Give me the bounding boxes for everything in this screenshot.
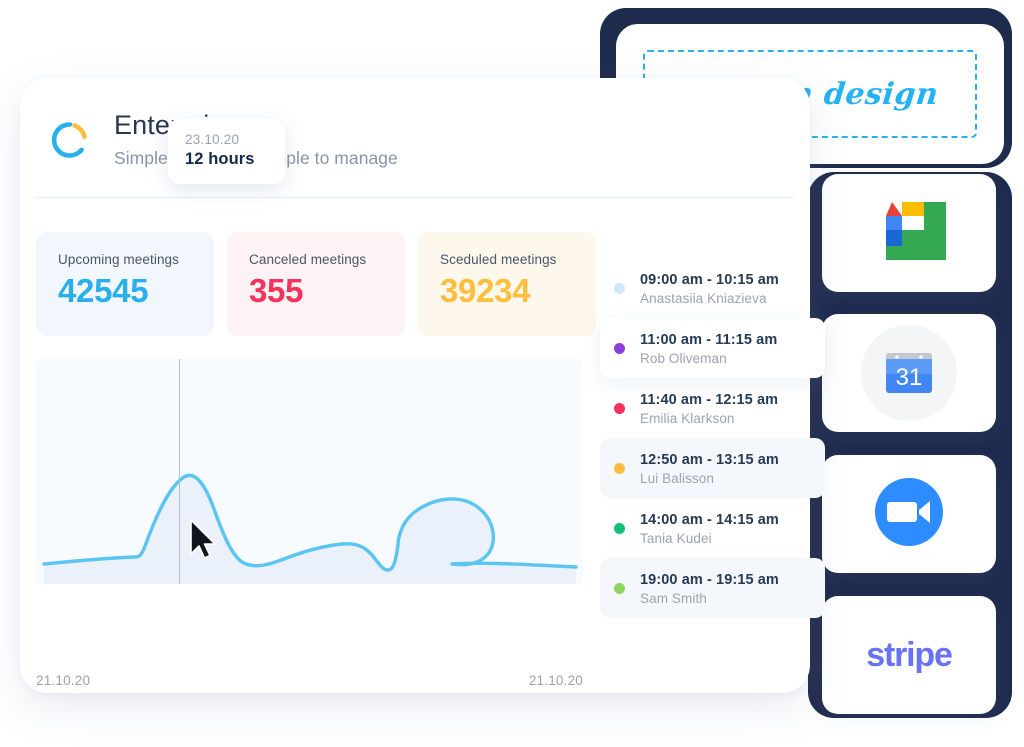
stat-value: 355: [249, 272, 304, 309]
meetings-area-chart[interactable]: [36, 359, 583, 584]
meeting-time: 09:00 am - 10:15 am: [640, 271, 779, 288]
chart-axis-labels: 21.10.20 21.10.20: [36, 673, 583, 688]
stat-value: 39234: [440, 272, 531, 309]
mouse-pointer-icon: [189, 518, 223, 567]
stat-label: Upcoming meetings: [58, 252, 180, 267]
meeting-time: 11:00 am - 11:15 am: [640, 331, 778, 348]
google-meet-logo-icon: [870, 200, 948, 267]
status-dot-icon: [614, 582, 625, 594]
stat-value: 42545: [58, 272, 149, 309]
svg-text:31: 31: [896, 364, 923, 391]
stats-row: Upcoming meetings 42545 Canceled meeting…: [36, 232, 596, 336]
meetings-list: 09:00 am - 10:15 am Anastasiia Kniazieva…: [600, 258, 825, 618]
integration-card-google-meet[interactable]: [822, 174, 996, 292]
axis-label-end: 21.10.20: [528, 673, 583, 688]
status-dot-icon: [614, 462, 625, 474]
chart-area-fill: [44, 475, 576, 584]
ring-logo-icon: [48, 118, 92, 162]
integration-card-stripe[interactable]: stripe: [822, 596, 996, 714]
meeting-attendee: Lui Balisson: [640, 470, 714, 486]
chart-tooltip: 23.10.20 12 hours: [168, 119, 285, 184]
meeting-time: 11:40 am - 12:15 am: [640, 391, 779, 408]
status-dot-icon: [614, 342, 625, 354]
app-screenshot: Enterprise Simple to set up - Simple to …: [0, 0, 1024, 747]
meeting-time: 19:00 am - 19:15 am: [640, 571, 779, 588]
chart-cursor-line: [179, 359, 181, 584]
stat-card-upcoming[interactable]: Upcoming meetings 42545: [36, 232, 214, 336]
meeting-time: 14:00 am - 14:15 am: [640, 511, 779, 528]
status-dot-icon: [614, 282, 625, 294]
list-item[interactable]: 12:50 am - 13:15 am Lui Balisson: [600, 438, 825, 498]
google-calendar-logo-icon: 31: [861, 325, 957, 421]
stat-label: Sceduled meetings: [440, 252, 557, 267]
meeting-attendee: Rob Oliveman: [640, 350, 727, 366]
integration-card-zoom[interactable]: [822, 455, 996, 573]
list-item[interactable]: 14:00 am - 14:15 am Tania Kudei: [600, 498, 825, 558]
tooltip-value: 12 hours: [185, 150, 255, 168]
meeting-attendee: Tania Kudei: [640, 530, 712, 546]
tooltip-date: 23.10.20: [185, 132, 240, 147]
status-dot-icon: [614, 522, 625, 534]
meeting-time: 12:50 am - 13:15 am: [640, 451, 779, 468]
stat-card-canceled[interactable]: Canceled meetings 355: [227, 232, 405, 336]
list-item[interactable]: 19:00 am - 19:15 am Sam Smith: [600, 558, 825, 618]
list-item[interactable]: 11:40 am - 12:15 am Emilia Klarkson: [600, 378, 825, 438]
meeting-attendee: Emilia Klarkson: [640, 410, 735, 426]
axis-label-start: 21.10.20: [36, 673, 91, 688]
stat-card-sceduled[interactable]: Sceduled meetings 39234: [418, 232, 596, 336]
zoom-logo-icon: [873, 476, 945, 553]
status-dot-icon: [614, 402, 625, 414]
list-item[interactable]: 11:00 am - 11:15 am Rob Oliveman: [600, 318, 825, 378]
stat-label: Canceled meetings: [249, 252, 367, 267]
header-divider: [36, 197, 794, 198]
meeting-attendee: Sam Smith: [640, 590, 707, 606]
integration-card-google-calendar[interactable]: 31: [822, 314, 996, 432]
stripe-logo-icon: stripe: [866, 635, 953, 674]
list-item[interactable]: 09:00 am - 10:15 am Anastasiia Kniazieva: [600, 258, 825, 318]
meeting-attendee: Anastasiia Kniazieva: [640, 290, 767, 306]
